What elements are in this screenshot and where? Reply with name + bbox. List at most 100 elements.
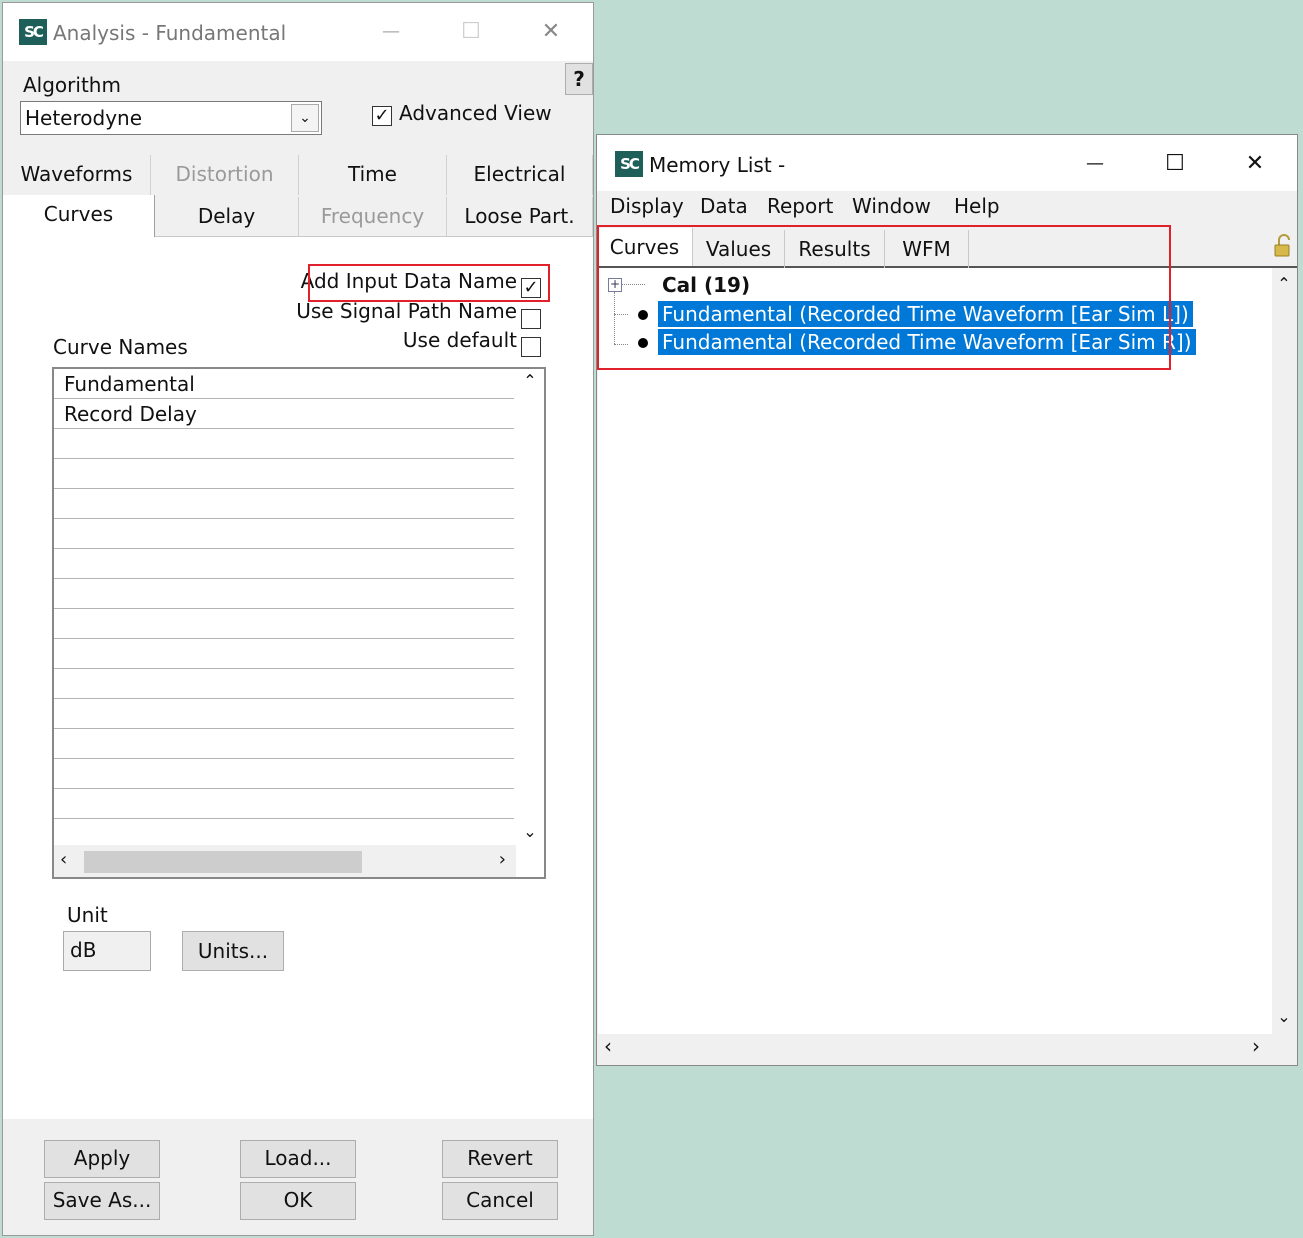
scroll-right-icon[interactable]: › bbox=[1252, 1034, 1260, 1058]
minimize-button[interactable]: — bbox=[1075, 149, 1115, 179]
horizontal-scrollbar[interactable]: ‹ › bbox=[598, 1034, 1296, 1062]
advanced-view-checkbox[interactable]: ✓ bbox=[372, 106, 392, 126]
use-signal-path-name-label: Use Signal Path Name bbox=[296, 299, 517, 323]
curves-panel: Add Input Data Name ✓ Use Signal Path Na… bbox=[3, 237, 593, 1119]
tab-distortion: Distortion bbox=[151, 155, 299, 195]
list-item[interactable] bbox=[54, 669, 514, 699]
horizontal-scrollbar[interactable]: ‹ › bbox=[54, 845, 516, 877]
analysis-window: SC Analysis - Fundamental — ☐ ✕ Algorith… bbox=[2, 2, 594, 1236]
tab-results[interactable]: Results bbox=[785, 230, 885, 268]
scroll-up-icon[interactable]: ⌃ bbox=[516, 371, 544, 390]
revert-button[interactable]: Revert bbox=[442, 1140, 558, 1178]
window-title: Analysis - Fundamental bbox=[53, 21, 287, 45]
menu-report[interactable]: Report bbox=[767, 194, 833, 218]
advanced-view-label: Advanced View bbox=[399, 101, 552, 125]
use-signal-path-name-checkbox[interactable] bbox=[521, 309, 541, 329]
tab-wfm[interactable]: WFM bbox=[885, 230, 969, 268]
bullet-icon bbox=[638, 338, 648, 348]
minimize-button[interactable]: — bbox=[371, 17, 411, 47]
apply-button[interactable]: Apply bbox=[44, 1140, 160, 1178]
memory-tree-panel[interactable]: + Cal (19) Fundamental (Recorded Time Wa… bbox=[598, 268, 1272, 1034]
add-input-data-name-label: Add Input Data Name bbox=[300, 269, 517, 293]
save-as-button[interactable]: Save As... bbox=[44, 1182, 160, 1220]
app-logo-icon: SC bbox=[615, 151, 643, 177]
list-item[interactable] bbox=[54, 729, 514, 759]
tab-time[interactable]: Time bbox=[299, 155, 447, 195]
unit-field[interactable]: dB bbox=[63, 931, 151, 971]
tree-dotted-connector bbox=[621, 284, 645, 285]
maximize-button[interactable]: ☐ bbox=[1155, 149, 1195, 179]
list-item[interactable] bbox=[54, 519, 514, 549]
tree-dotted-branch bbox=[614, 344, 628, 345]
scroll-left-icon[interactable]: ‹ bbox=[604, 1034, 612, 1058]
maximize-button[interactable]: ☐ bbox=[451, 17, 491, 47]
vertical-scrollbar[interactable]: ⌃ ⌄ bbox=[516, 369, 544, 845]
list-item[interactable] bbox=[54, 609, 514, 639]
tab-strip: Waveforms Distortion Time Electrical Cur… bbox=[3, 155, 595, 239]
list-item[interactable] bbox=[54, 759, 514, 789]
window-title: Memory List - bbox=[649, 153, 786, 177]
list-item[interactable]: Record Delay bbox=[54, 399, 514, 429]
algorithm-value: Heterodyne bbox=[25, 106, 143, 130]
tab-frequency: Frequency bbox=[299, 197, 447, 237]
use-default-checkbox[interactable] bbox=[521, 337, 541, 357]
memory-titlebar[interactable]: SC Memory List - — ☐ ✕ bbox=[597, 135, 1297, 191]
list-item[interactable] bbox=[54, 549, 514, 579]
close-button[interactable]: ✕ bbox=[1235, 149, 1275, 179]
list-item[interactable] bbox=[54, 489, 514, 519]
list-item[interactable] bbox=[54, 699, 514, 729]
list-item[interactable] bbox=[54, 789, 514, 819]
tab-curves[interactable]: Curves bbox=[3, 195, 155, 239]
add-input-data-name-checkbox[interactable]: ✓ bbox=[521, 278, 541, 298]
menu-window[interactable]: Window bbox=[852, 194, 931, 218]
list-rows: Fundamental Record Delay bbox=[54, 369, 514, 845]
units-button[interactable]: Units... bbox=[182, 931, 284, 971]
tab-electrical[interactable]: Electrical bbox=[447, 155, 593, 195]
tab-values[interactable]: Values bbox=[693, 230, 785, 268]
scroll-down-icon[interactable]: ⌄ bbox=[516, 822, 544, 841]
menu-display[interactable]: Display bbox=[610, 194, 684, 218]
lock-icon[interactable] bbox=[1273, 234, 1293, 258]
memory-tab-strip: Curves Values Results WFM bbox=[597, 228, 1297, 268]
algorithm-select[interactable]: Heterodyne ⌄ bbox=[20, 101, 322, 135]
curve-names-list[interactable]: Fundamental Record Delay ⌃ ⌄ ‹ › bbox=[52, 367, 546, 879]
bullet-icon bbox=[638, 310, 648, 320]
tab-delay[interactable]: Delay bbox=[155, 197, 299, 237]
list-item[interactable]: Fundamental bbox=[54, 369, 514, 399]
list-item[interactable] bbox=[54, 429, 514, 459]
menu-data[interactable]: Data bbox=[700, 194, 748, 218]
vertical-scrollbar[interactable]: ⌃ ⌄ bbox=[1272, 268, 1296, 1034]
tree-item-ear-sim-r[interactable]: Fundamental (Recorded Time Waveform [Ear… bbox=[658, 329, 1196, 355]
scroll-down-icon[interactable]: ⌄ bbox=[1272, 1007, 1296, 1026]
chevron-down-icon[interactable]: ⌄ bbox=[291, 104, 319, 132]
unit-label: Unit bbox=[67, 903, 108, 927]
scroll-thumb[interactable] bbox=[84, 851, 362, 873]
close-button[interactable]: ✕ bbox=[531, 17, 571, 47]
tab-curves[interactable]: Curves bbox=[597, 228, 693, 266]
tree-item-ear-sim-l[interactable]: Fundamental (Recorded Time Waveform [Ear… bbox=[658, 301, 1193, 327]
help-button[interactable]: ? bbox=[565, 63, 593, 95]
expand-icon[interactable]: + bbox=[608, 278, 622, 292]
tab-loose-part[interactable]: Loose Part. bbox=[447, 197, 593, 237]
scroll-right-icon[interactable]: › bbox=[499, 849, 506, 870]
menu-help[interactable]: Help bbox=[954, 194, 1000, 218]
use-default-label: Use default bbox=[402, 328, 517, 352]
unit-value: dB bbox=[70, 938, 97, 962]
curve-names-label: Curve Names bbox=[53, 335, 188, 359]
tree-group-cal[interactable]: Cal (19) bbox=[662, 272, 750, 298]
tab-waveforms[interactable]: Waveforms bbox=[3, 155, 151, 195]
list-item[interactable] bbox=[54, 579, 514, 609]
load-button[interactable]: Load... bbox=[240, 1140, 356, 1178]
list-item[interactable] bbox=[54, 819, 514, 845]
cancel-button[interactable]: Cancel bbox=[442, 1182, 558, 1220]
scroll-up-icon[interactable]: ⌃ bbox=[1272, 274, 1296, 293]
tree-dotted-vertical bbox=[614, 292, 615, 344]
app-logo-icon: SC bbox=[19, 19, 47, 45]
analysis-titlebar[interactable]: SC Analysis - Fundamental — ☐ ✕ bbox=[3, 3, 593, 61]
list-item[interactable] bbox=[54, 639, 514, 669]
tree-dotted-branch bbox=[614, 314, 628, 315]
ok-button[interactable]: OK bbox=[240, 1182, 356, 1220]
scroll-left-icon[interactable]: ‹ bbox=[60, 849, 67, 870]
list-item[interactable] bbox=[54, 459, 514, 489]
algorithm-label: Algorithm bbox=[23, 73, 121, 97]
